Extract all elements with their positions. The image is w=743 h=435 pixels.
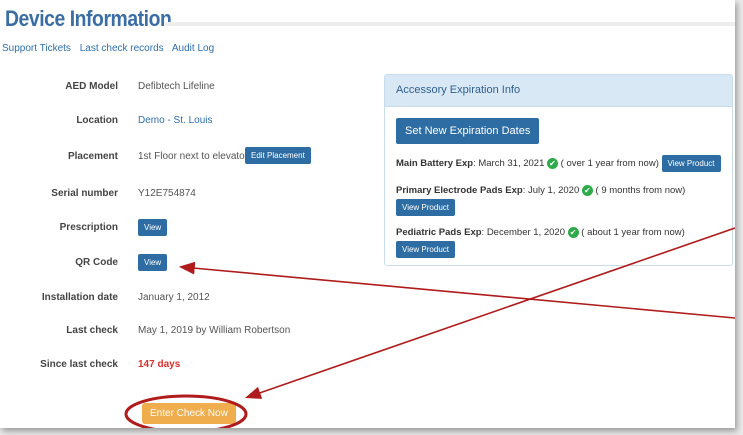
annotation-overlay bbox=[124, 227, 735, 428]
arrow-to-qr-code bbox=[178, 261, 735, 319]
arrow-to-enter-check bbox=[244, 227, 735, 399]
device-info-window: Device Information Support Tickets Last … bbox=[0, 0, 735, 428]
enter-check-highlight-circle bbox=[124, 394, 248, 428]
